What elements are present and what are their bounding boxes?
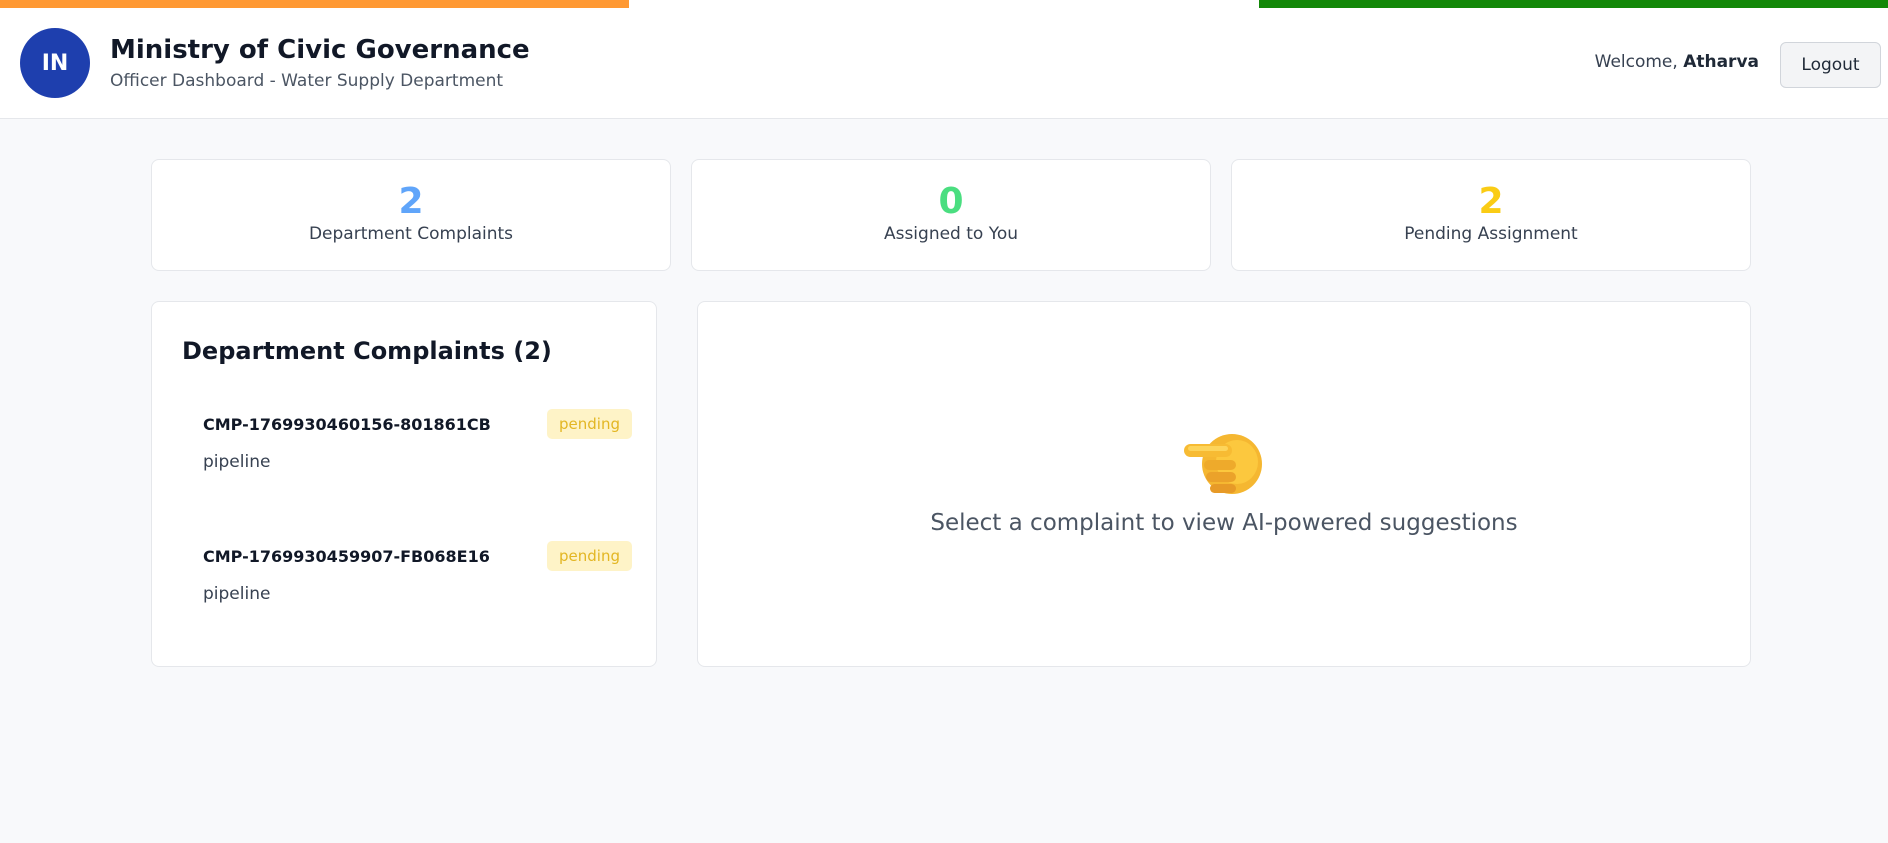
empty-state-message: Select a complaint to view AI-powered su… — [930, 510, 1518, 536]
page-title: Ministry of Civic Governance — [110, 35, 530, 65]
complaint-list-item[interactable]: CMP-1769930460156-801861CB pending pipel… — [172, 402, 632, 502]
tricolor-green — [1258, 0, 1888, 8]
user-name: Atharva — [1683, 52, 1759, 72]
emblem-logo: IN — [20, 28, 90, 98]
stat-label: Pending Assignment — [1404, 224, 1578, 244]
suggestion-panel: Select a complaint to view AI-powered su… — [697, 301, 1751, 667]
app-header: IN Ministry of Civic Governance Officer … — [0, 8, 1888, 119]
complaints-panel: Department Complaints (2) CMP-1769930460… — [151, 301, 657, 667]
welcome-prefix: Welcome, — [1594, 52, 1684, 72]
empty-state: Select a complaint to view AI-powered su… — [698, 422, 1750, 536]
complaint-category: pipeline — [203, 584, 271, 604]
complaint-id: CMP-1769930460156-801861CB — [203, 415, 491, 434]
welcome-text: Welcome, Atharva — [1595, 52, 1759, 72]
stat-card-assigned-to-you: 0 Assigned to You — [691, 159, 1211, 271]
page-subtitle: Officer Dashboard - Water Supply Departm… — [110, 71, 504, 91]
stat-value: 0 — [938, 181, 964, 222]
stat-card-pending-assignment: 2 Pending Assignment — [1231, 159, 1751, 271]
status-badge: pending — [547, 541, 632, 571]
tricolor-bar — [0, 0, 1888, 8]
complaints-panel-title: Department Complaints (2) — [182, 337, 552, 365]
stat-value: 2 — [1478, 181, 1504, 222]
complaint-list-item[interactable]: CMP-1769930459907-FB068E16 pending pipel… — [172, 534, 632, 634]
tricolor-white — [629, 0, 1259, 8]
status-badge: pending — [547, 409, 632, 439]
complaint-category: pipeline — [203, 452, 271, 472]
stat-value: 2 — [398, 181, 424, 222]
pointing-hand-icon — [1184, 434, 1262, 494]
stat-card-department-complaints: 2 Department Complaints — [151, 159, 671, 271]
tricolor-saffron — [0, 0, 630, 8]
complaint-id: CMP-1769930459907-FB068E16 — [203, 547, 490, 566]
logout-button[interactable]: Logout — [1780, 42, 1881, 88]
stat-label: Department Complaints — [308, 224, 514, 244]
stat-label: Assigned to You — [883, 224, 1019, 244]
